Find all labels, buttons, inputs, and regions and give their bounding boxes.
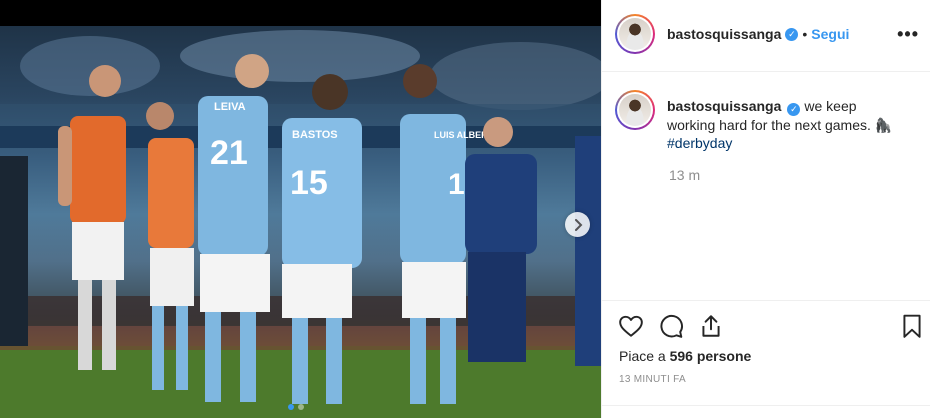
post-header: bastosquissanga ✓ • Segui ••• — [602, 0, 930, 72]
photo-top-letterbox — [0, 0, 601, 26]
avatar[interactable] — [615, 14, 655, 54]
bookmark-icon[interactable] — [899, 313, 925, 339]
likes-prefix: Piace a — [619, 348, 670, 364]
hashtag-link[interactable]: #derbyday — [667, 135, 732, 151]
share-icon[interactable] — [698, 313, 724, 339]
carousel-dot-active — [288, 404, 294, 410]
post-timestamp: 13 MINUTI FA — [619, 374, 686, 385]
shirt-name-2: BASTOS — [292, 129, 338, 141]
carousel-next-button[interactable] — [565, 212, 590, 237]
profile-picture — [619, 18, 651, 50]
verified-badge-icon: ✓ — [787, 103, 801, 116]
chevron-right-icon — [574, 218, 582, 231]
caption-avatar[interactable] — [615, 90, 655, 130]
caption-time: 13 m — [669, 167, 701, 183]
more-options-icon[interactable]: ••• — [897, 25, 919, 43]
comment-icon[interactable] — [658, 313, 684, 339]
comment-input-area[interactable] — [602, 405, 930, 418]
post-photo[interactable]: 21 LEIVA 15 BASTOS 10 LUIS ALBERTO — [0, 0, 601, 418]
carousel-dot — [298, 404, 304, 410]
caption-text: bastosquissanga ✓ we keep working hard for… — [667, 97, 907, 152]
likes-number: 596 persone — [669, 348, 752, 364]
verified-badge-icon: ✓ — [785, 27, 799, 41]
carousel-indicator — [288, 404, 304, 410]
post-sidebar: bastosquissanga ✓ • Segui ••• bastosquis… — [601, 0, 930, 418]
shirt-number-21: 21 — [210, 134, 248, 172]
likes-count[interactable]: Piace a 596 persone — [619, 348, 751, 364]
shirt-name-1: LEIVA — [214, 101, 246, 113]
profile-picture — [619, 94, 651, 126]
caption-username-link[interactable]: bastosquissanga — [667, 98, 781, 114]
separator-dot: • — [802, 26, 808, 42]
football-celebration-image: 21 LEIVA 15 BASTOS 10 LUIS ALBERTO — [0, 26, 601, 418]
username-link[interactable]: bastosquissanga — [667, 26, 781, 42]
post-actions: Piace a 596 persone 13 MINUTI FA — [602, 300, 930, 418]
heart-icon[interactable] — [618, 313, 644, 339]
follow-button[interactable]: Segui — [811, 26, 849, 42]
shirt-number-15: 15 — [290, 164, 328, 202]
header-user-row: bastosquissanga ✓ • Segui — [667, 26, 849, 42]
